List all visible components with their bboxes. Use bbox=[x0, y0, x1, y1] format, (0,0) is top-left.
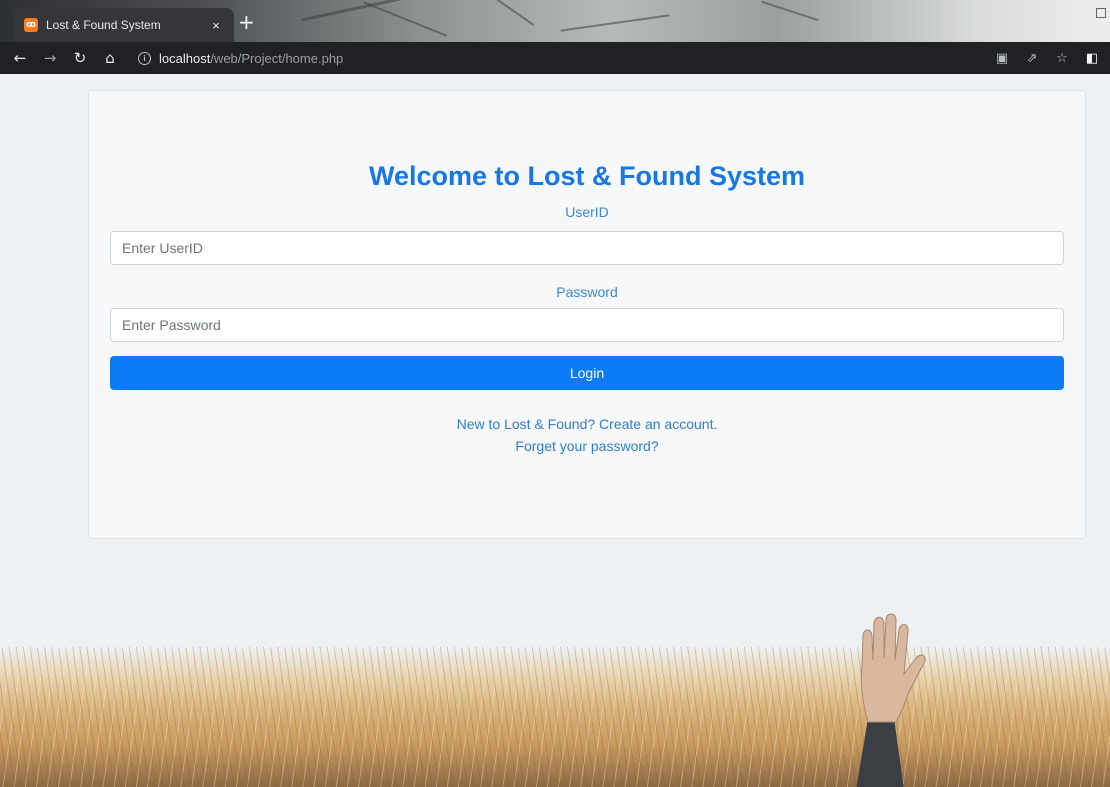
tab-title: Lost & Found System bbox=[46, 18, 161, 32]
background-branch bbox=[761, 0, 819, 22]
flower-field-background bbox=[0, 647, 1110, 787]
browser-tab-active[interactable]: ꝏ Lost & Found System × bbox=[14, 8, 234, 42]
back-arrow-icon[interactable]: ← bbox=[8, 49, 32, 67]
url-host: localhost bbox=[159, 50, 211, 66]
create-account-link[interactable]: New to Lost & Found? Create an account. bbox=[89, 416, 1085, 432]
background-branch bbox=[475, 0, 535, 26]
toolbar-icons: ▣ ⇗ ☆ ◧ bbox=[994, 51, 1110, 66]
raised-hand-icon bbox=[856, 613, 926, 787]
forward-arrow-icon[interactable]: → bbox=[38, 49, 62, 67]
browser-chrome: ꝏ Lost & Found System × + ← → ↻ ⌂ i loca… bbox=[0, 0, 1110, 74]
page-title: Welcome to Lost & Found System bbox=[368, 161, 806, 191]
new-tab-button[interactable]: + bbox=[238, 12, 255, 32]
window-restore-icon[interactable] bbox=[1096, 8, 1106, 18]
address-url[interactable]: localhost/web/Project/home.php bbox=[159, 51, 343, 66]
background-branch bbox=[362, 1, 448, 37]
background-branch bbox=[560, 14, 670, 32]
translate-icon[interactable]: ▣ bbox=[994, 51, 1010, 66]
tab-close-icon[interactable]: × bbox=[208, 18, 224, 33]
password-input[interactable] bbox=[110, 308, 1064, 342]
home-icon[interactable]: ⌂ bbox=[98, 49, 122, 67]
userid-input[interactable] bbox=[110, 231, 1064, 265]
reload-icon[interactable]: ↻ bbox=[68, 49, 92, 67]
address-bar[interactable]: i localhost/web/Project/home.php bbox=[130, 46, 994, 70]
browser-toolbar: ← → ↻ ⌂ i localhost/web/Project/home.php… bbox=[0, 42, 1110, 74]
star-icon[interactable]: ☆ bbox=[1054, 51, 1070, 66]
password-label: Password bbox=[556, 284, 618, 300]
login-card: Welcome to Lost & Found System UserID Pa… bbox=[88, 90, 1086, 539]
login-button[interactable]: Login bbox=[110, 356, 1064, 390]
userid-label: UserID bbox=[565, 204, 609, 220]
navigation-buttons: ← → ↻ ⌂ bbox=[0, 49, 122, 67]
share-icon[interactable]: ⇗ bbox=[1024, 51, 1040, 66]
side-panel-icon[interactable]: ◧ bbox=[1084, 51, 1100, 66]
page-viewport: Welcome to Lost & Found System UserID Pa… bbox=[0, 74, 1110, 787]
info-icon[interactable]: i bbox=[138, 51, 151, 65]
tab-strip: ꝏ Lost & Found System × + bbox=[0, 0, 1110, 42]
url-path: /web/Project/home.php bbox=[210, 50, 344, 66]
forgot-password-link[interactable]: Forget your password? bbox=[89, 438, 1085, 454]
xampp-favicon-icon: ꝏ bbox=[24, 18, 38, 32]
